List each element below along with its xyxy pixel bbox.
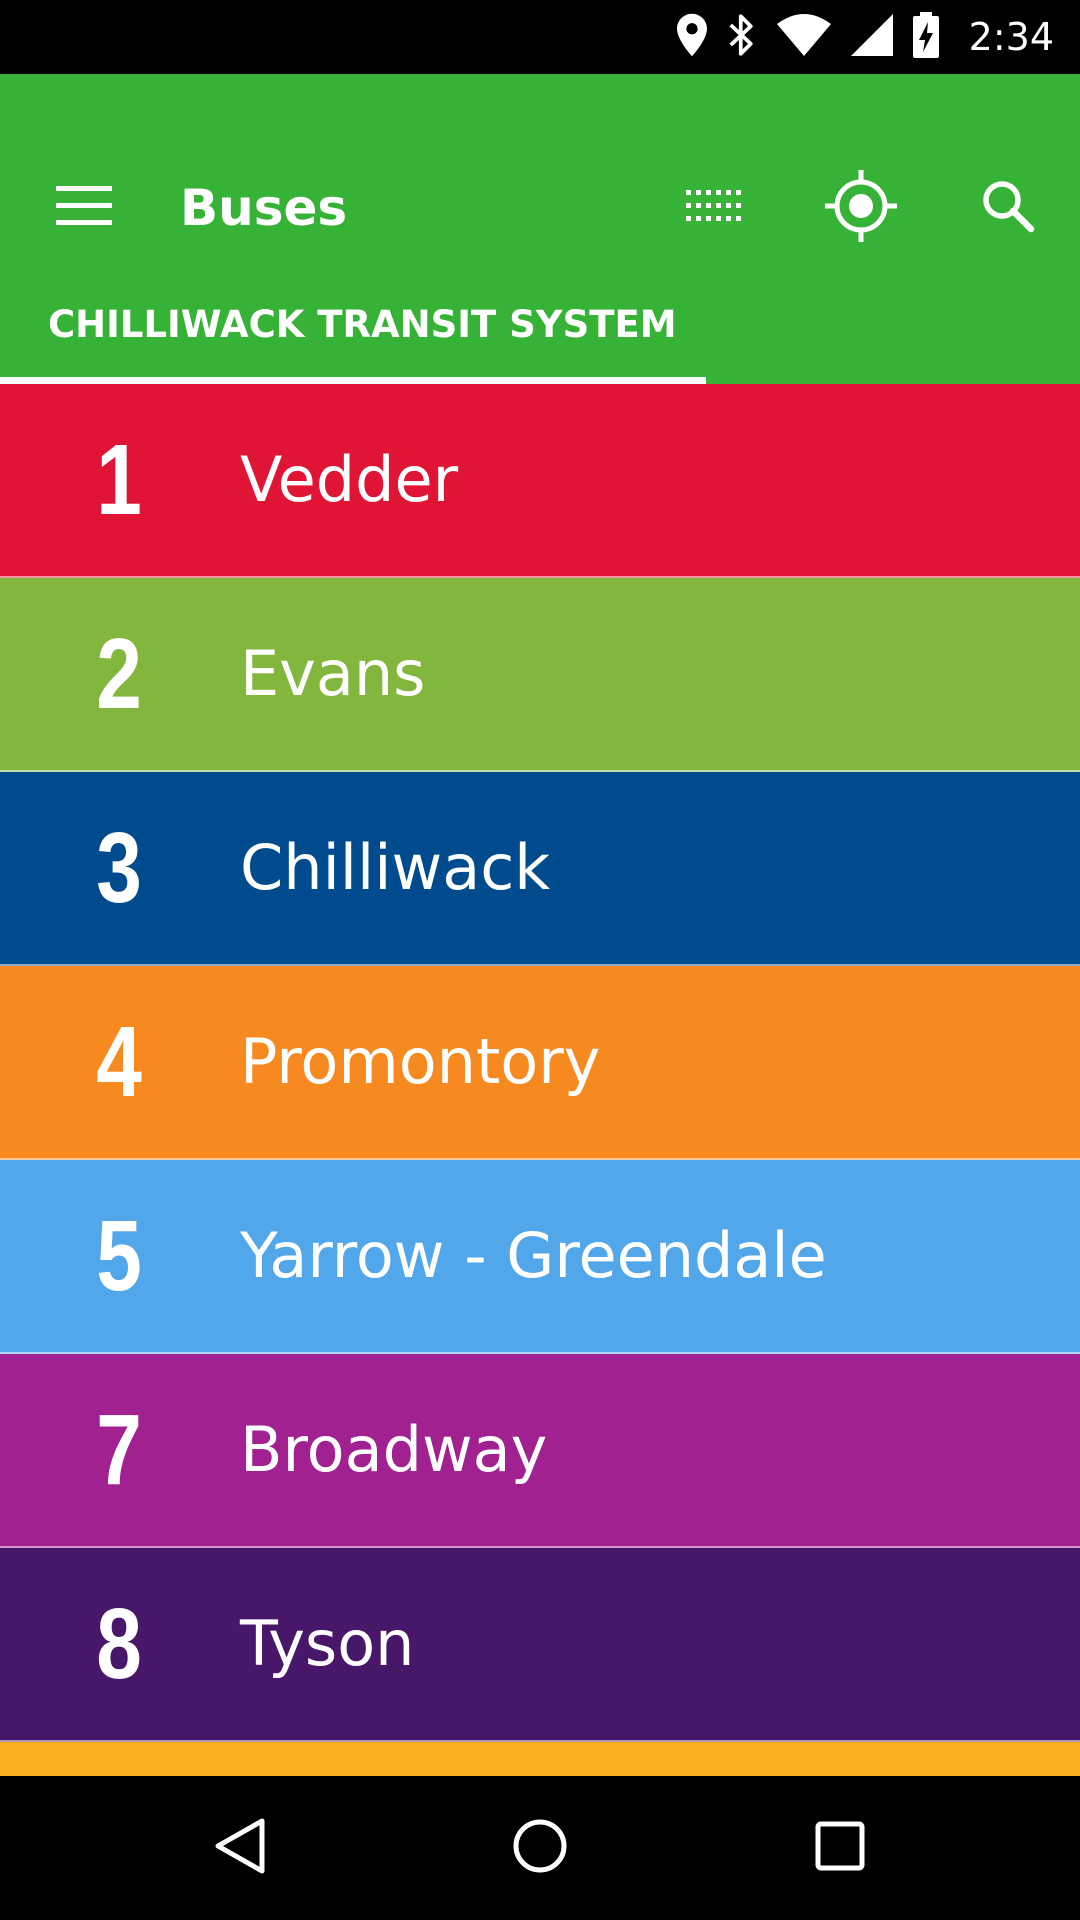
route-name: Tyson bbox=[240, 1607, 415, 1680]
status-time: 2:34 bbox=[968, 15, 1054, 59]
grid-view-icon bbox=[686, 190, 742, 226]
route-name: Chilliwack bbox=[240, 831, 551, 904]
search-icon bbox=[981, 179, 1035, 237]
route-row[interactable]: 7 Broadway bbox=[0, 1354, 1080, 1548]
route-name: Vedder bbox=[240, 443, 459, 516]
route-row[interactable]: 2 Evans bbox=[0, 578, 1080, 772]
back-icon bbox=[212, 1817, 268, 1879]
route-row[interactable]: 4 Promontory bbox=[0, 966, 1080, 1160]
recents-icon bbox=[815, 1821, 865, 1875]
route-name: Promontory bbox=[240, 1025, 601, 1098]
location-icon bbox=[676, 13, 707, 61]
status-bar: 2:34 bbox=[0, 0, 1080, 74]
recents-button[interactable] bbox=[780, 1798, 900, 1898]
route-number: 3 bbox=[96, 812, 142, 924]
route-number: 5 bbox=[96, 1200, 142, 1312]
route-row[interactable]: 1 Vedder bbox=[0, 384, 1080, 578]
route-number: 7 bbox=[96, 1394, 142, 1506]
route-number: 2 bbox=[96, 618, 142, 730]
wifi-icon bbox=[776, 14, 831, 60]
tab-label: CHILLIWACK TRANSIT SYSTEM bbox=[48, 303, 677, 346]
cell-signal-icon bbox=[850, 14, 893, 60]
screen: 2:34 Buses CHILLIWACK TRANSIT SYSTEM 1 V… bbox=[0, 0, 1080, 1920]
search-button[interactable] bbox=[958, 160, 1058, 256]
route-number: 1 bbox=[96, 424, 142, 536]
app-title: Buses bbox=[180, 179, 348, 237]
hamburger-menu-icon bbox=[56, 186, 112, 230]
route-number bbox=[71, 1742, 168, 1776]
my-location-button[interactable] bbox=[811, 160, 911, 256]
battery-charging-icon bbox=[912, 12, 939, 62]
menu-button[interactable] bbox=[36, 160, 132, 256]
back-button[interactable] bbox=[180, 1798, 300, 1898]
home-button[interactable] bbox=[480, 1798, 600, 1898]
tab-indicator bbox=[0, 377, 706, 384]
route-row-partial[interactable] bbox=[0, 1742, 1080, 1776]
route-name: Broadway bbox=[240, 1413, 548, 1486]
bluetooth-icon bbox=[727, 13, 757, 61]
navigation-bar bbox=[0, 1776, 1080, 1920]
home-icon bbox=[512, 1818, 568, 1878]
route-name: Yarrow - Greendale bbox=[240, 1219, 827, 1292]
route-name: Evans bbox=[240, 637, 426, 710]
tab-chilliwack-transit-system[interactable]: CHILLIWACK TRANSIT SYSTEM bbox=[0, 289, 706, 384]
my-location-icon bbox=[825, 170, 897, 246]
route-number: 4 bbox=[96, 1006, 142, 1118]
route-row[interactable]: 3 Chilliwack bbox=[0, 772, 1080, 966]
route-row[interactable]: 8 Tyson bbox=[0, 1548, 1080, 1742]
grid-view-button[interactable] bbox=[664, 160, 764, 256]
app-bar: Buses CHILLIWACK TRANSIT SYSTEM bbox=[0, 74, 1080, 384]
route-number: 8 bbox=[96, 1588, 142, 1700]
route-row[interactable]: 5 Yarrow - Greendale bbox=[0, 1160, 1080, 1354]
route-list: 1 Vedder 2 Evans 3 Chilliwack 4 Promonto… bbox=[0, 384, 1080, 1776]
status-icons: 2:34 bbox=[676, 0, 1080, 74]
